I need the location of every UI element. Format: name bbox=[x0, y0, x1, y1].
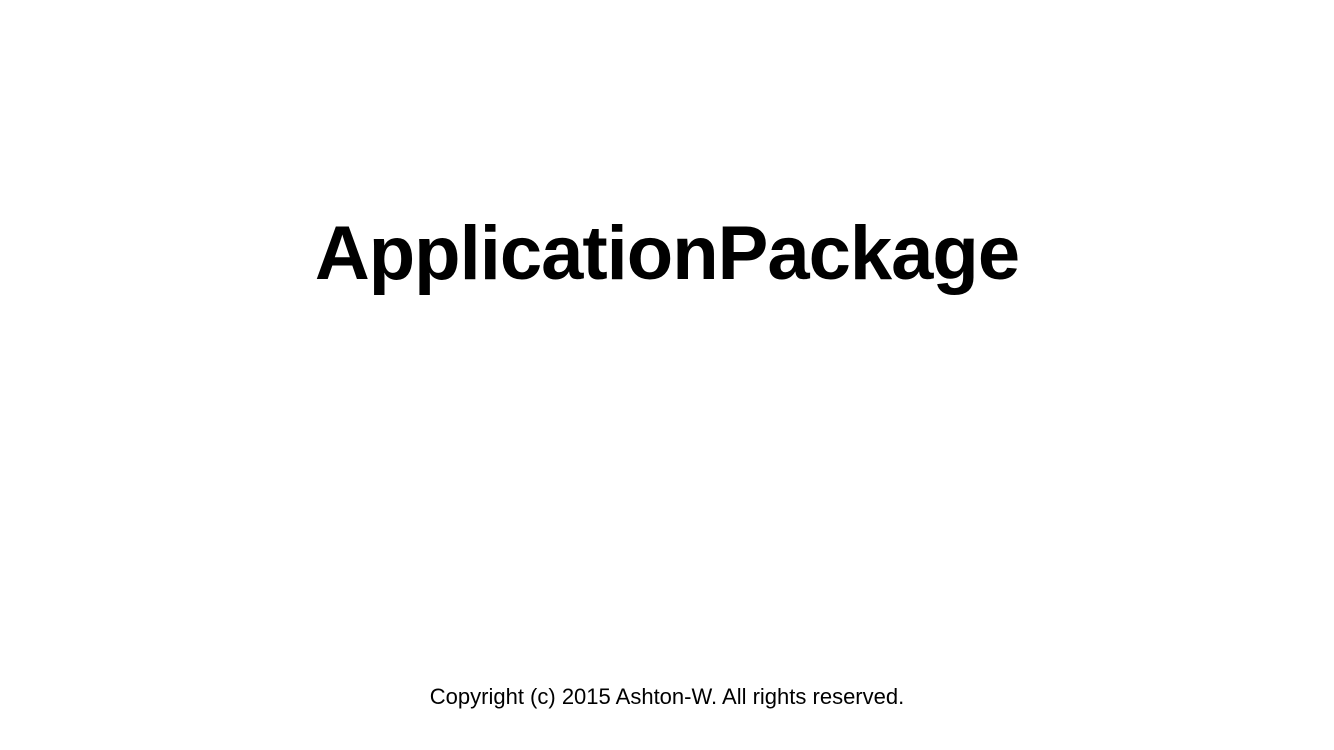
launch-screen: ApplicationPackage Copyright (c) 2015 As… bbox=[0, 0, 1334, 750]
copyright-notice: Copyright (c) 2015 Ashton-W. All rights … bbox=[429, 684, 905, 709]
app-title: ApplicationPackage bbox=[314, 211, 1020, 296]
